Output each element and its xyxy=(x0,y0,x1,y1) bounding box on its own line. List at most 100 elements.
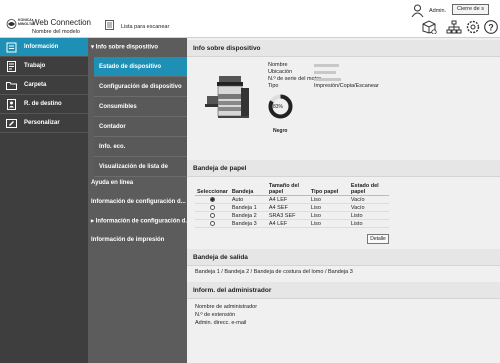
table-cell-type: Liso xyxy=(308,195,349,204)
submenu-label: Visualización de lista de xyxy=(99,163,168,170)
table-cell-size: A4 LEF xyxy=(266,219,309,228)
sidebar-item-personalizar[interactable]: Personalizar xyxy=(0,114,88,133)
settings-icon[interactable] xyxy=(465,20,481,34)
section-header-admin: Inform. del administrador xyxy=(187,282,500,299)
select-cell xyxy=(195,219,230,228)
table-cell-status: Listo xyxy=(348,219,389,228)
section-title: Info sobre dispositivo xyxy=(193,45,261,52)
logo-mark-icon xyxy=(6,19,17,29)
sidebar-label: Trabajo xyxy=(24,63,46,69)
submenu-item-estado-dispositivo[interactable]: Estado de dispositivo xyxy=(94,57,187,77)
select-cell xyxy=(195,195,230,204)
type-value: Impresión/Copia/Escanear xyxy=(314,83,379,89)
logo: KONICA MINOLTA xyxy=(6,18,33,29)
type-label: Tipo xyxy=(268,83,279,89)
column-header: Bandeja xyxy=(229,183,267,196)
sidebar-item-informacion[interactable]: Información xyxy=(0,38,88,57)
admin-name-label: Nombre de administrador xyxy=(195,304,258,310)
header: KONICA MINOLTA Web Connection Nombre del … xyxy=(0,0,500,38)
submenu: ▾ Info sobre dispositivo Estado de dispo… xyxy=(88,38,191,363)
table-row: Bandeja 1 A4 SEF Liso Vacío xyxy=(195,203,389,212)
table-cell-type: Liso xyxy=(308,211,349,220)
submenu-label: ▸ Información de configuración d... xyxy=(91,218,191,224)
submenu-label: Información de impresión xyxy=(91,236,165,243)
column-header: Seleccionar xyxy=(195,183,230,196)
sidebar-label: Personalizar xyxy=(24,120,60,126)
serial-value xyxy=(314,78,341,81)
column-header: Estado del papel xyxy=(348,183,389,196)
name-label: Nombre xyxy=(268,62,288,68)
user-icon xyxy=(411,4,424,17)
sidebar-item-trabajo[interactable]: Trabajo xyxy=(0,57,88,76)
submenu-item-info-configuracion-2[interactable]: ▸ Información de configuración d... xyxy=(88,211,191,230)
help-icon[interactable]: ? xyxy=(483,20,499,34)
sidebar-item-r-de-destino[interactable]: R. de destino xyxy=(0,95,88,114)
admin-email-label: Admin. direcc. e-mail xyxy=(195,320,247,326)
submenu-item-consumibles[interactable]: Consumibles xyxy=(94,97,187,117)
column-header: Tipo papel xyxy=(308,183,349,196)
table-row: Auto A4 LEF Liso Vacío xyxy=(195,195,389,204)
customize-icon xyxy=(6,119,17,128)
submenu-label: Información de configuración d... xyxy=(91,198,186,205)
sidebar-label: R. de destino xyxy=(24,101,62,107)
table-cell-size: A4 LEF xyxy=(266,195,309,204)
section-header-output: Bandeja de salida xyxy=(187,249,500,266)
submenu-group-info-dispositivo[interactable]: ▾ Info sobre dispositivo xyxy=(88,38,187,55)
folder-icon xyxy=(6,82,17,90)
submenu-item-ayuda[interactable]: Ayuda en línea xyxy=(88,173,187,192)
table-cell-size: SRA3 SEF xyxy=(266,211,309,220)
svg-text:?: ? xyxy=(488,23,494,33)
table-cell-status: Vacío xyxy=(348,203,389,212)
tray-radio[interactable] xyxy=(209,204,215,210)
sidebar: Información Trabajo Carpeta R. de destin… xyxy=(0,38,88,363)
table-cell-status: Vacío xyxy=(348,195,389,204)
submenu-label: ▾ Info sobre dispositivo xyxy=(91,44,159,50)
submenu-label: Configuración de dispositivo xyxy=(99,83,182,90)
location-value xyxy=(314,71,336,74)
output-value: Bandeja 1 / Bandeja 2 / Bandeja de costu… xyxy=(195,269,353,275)
sidebar-label: Carpeta xyxy=(24,82,47,88)
sidebar-item-carpeta[interactable]: Carpeta xyxy=(0,76,88,95)
printer-refresh-icon[interactable] xyxy=(421,20,437,34)
submenu-label: Ayuda en línea xyxy=(91,179,134,186)
table-cell-tray: Auto xyxy=(229,195,267,204)
table-cell-tray: Bandeja 1 xyxy=(229,203,267,212)
detail-button[interactable]: Detalle xyxy=(367,234,389,244)
table-cell-status: Listo xyxy=(348,211,389,220)
table-cell-size: A4 SEF xyxy=(266,203,309,212)
table-cell-tray: Bandeja 2 xyxy=(229,211,267,220)
address-book-icon xyxy=(7,99,16,110)
submenu-label: Info. eco. xyxy=(99,143,126,150)
logout-button[interactable]: Cierre de s xyxy=(452,4,489,15)
tray-radio[interactable] xyxy=(209,220,215,226)
table-cell-type: Liso xyxy=(308,219,349,228)
network-icon[interactable] xyxy=(446,20,462,34)
scan-list-link[interactable]: Lista para escanear xyxy=(121,24,169,30)
toner-color: Negro xyxy=(273,128,288,134)
section-title: Inform. del administrador xyxy=(193,287,272,294)
submenu-item-contador[interactable]: Contador xyxy=(94,117,187,137)
main-content: Info sobre dispositivo Nombre Ubicación … xyxy=(187,38,500,363)
sidebar-label: Información xyxy=(24,44,59,50)
job-icon xyxy=(7,61,16,72)
table-row: Bandeja 2 SRA3 SEF Liso Listo xyxy=(195,211,389,220)
table-cell-type: Liso xyxy=(308,203,349,212)
submenu-label: Consumibles xyxy=(99,103,137,110)
submenu-item-info-configuracion-1[interactable]: Información de configuración d... xyxy=(88,192,187,211)
model-name: Nombre del modelo xyxy=(32,29,80,35)
section-header-tray: Bandeja de papel xyxy=(187,160,500,177)
section-title: Bandeja de salida xyxy=(193,254,248,261)
tray-radio[interactable] xyxy=(209,212,215,218)
app-title: Web Connection xyxy=(32,18,91,27)
submenu-item-configuracion-dispositivo[interactable]: Configuración de dispositivo xyxy=(94,77,187,97)
submenu-label: Estado de dispositivo xyxy=(99,63,162,70)
select-cell xyxy=(195,203,230,212)
device-image xyxy=(205,76,249,118)
section-header-info: Info sobre dispositivo xyxy=(187,40,500,57)
select-cell xyxy=(195,211,230,220)
scan-list-icon[interactable] xyxy=(105,20,114,30)
tray-radio[interactable] xyxy=(209,196,215,202)
submenu-item-info-impresion[interactable]: Información de impresión xyxy=(88,230,187,249)
submenu-item-info-eco[interactable]: Info. eco. xyxy=(94,137,187,157)
location-label: Ubicación xyxy=(268,69,293,75)
